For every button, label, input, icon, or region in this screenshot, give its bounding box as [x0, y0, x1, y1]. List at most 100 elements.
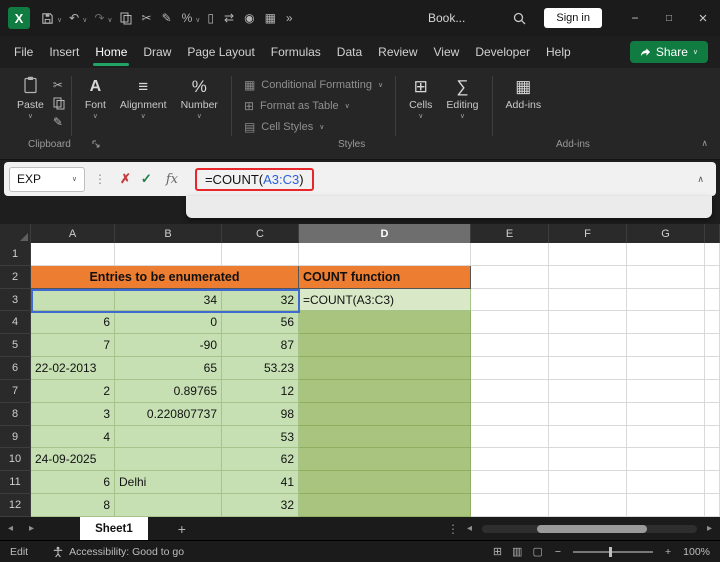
row-header-8[interactable]: 8: [0, 402, 31, 426]
add-sheet-button[interactable]: [178, 521, 186, 537]
menu-item-formulas[interactable]: Formulas: [271, 45, 321, 59]
cell-G7[interactable]: [627, 379, 705, 403]
cell-C7[interactable]: 12: [222, 379, 299, 403]
col-header-D[interactable]: D: [299, 224, 471, 243]
cell-G12[interactable]: [627, 494, 705, 517]
cell-B4[interactable]: 0: [115, 311, 222, 335]
menu-item-page-layout[interactable]: Page Layout: [187, 45, 254, 59]
menu-item-home[interactable]: Home: [93, 45, 130, 66]
row-header-4[interactable]: 4: [0, 311, 31, 335]
row-header-7[interactable]: 7: [0, 379, 31, 403]
cell-E10[interactable]: [471, 448, 549, 472]
row-header-1[interactable]: 1: [0, 243, 31, 266]
col-header-C[interactable]: C: [222, 224, 299, 243]
ribbon-cell-styles[interactable]: ▤ Cell Styles: [244, 120, 383, 134]
search-icon[interactable]: [513, 12, 526, 25]
cell-G3[interactable]: [627, 288, 705, 312]
cell-C5[interactable]: 87: [222, 334, 299, 358]
number-group-button[interactable]: % Number: [174, 73, 225, 123]
cell-E9[interactable]: [471, 425, 549, 449]
cell-A3[interactable]: [31, 288, 115, 312]
zoom-slider[interactable]: [573, 546, 653, 557]
name-box[interactable]: EXP: [9, 166, 85, 192]
cell-E1[interactable]: [471, 243, 549, 266]
normal-view-icon[interactable]: ⊞: [493, 545, 502, 558]
horizontal-scrollbar[interactable]: [481, 524, 697, 533]
cell-D9[interactable]: [299, 425, 471, 449]
cell-E7[interactable]: [471, 379, 549, 403]
cell-C6[interactable]: 53.23: [222, 357, 299, 380]
cell-G11[interactable]: [627, 471, 705, 495]
cell-E11[interactable]: [471, 471, 549, 495]
undo-icon[interactable]: ↶: [69, 11, 79, 25]
format-painter-icon[interactable]: ✎: [162, 11, 172, 25]
cell-C1[interactable]: [222, 243, 299, 266]
cell-F8[interactable]: [549, 402, 627, 426]
zoom-level[interactable]: 100%: [683, 546, 710, 558]
copy-icon[interactable]: [120, 12, 132, 25]
cell-F2[interactable]: [549, 265, 627, 289]
menu-item-data[interactable]: Data: [337, 45, 362, 59]
cell-F4[interactable]: [549, 311, 627, 335]
scroll-left-icon[interactable]: [467, 523, 472, 534]
cell-B3[interactable]: 34: [115, 288, 222, 312]
borders-icon[interactable]: ▦: [265, 11, 276, 25]
row-header-3[interactable]: 3: [0, 288, 31, 312]
cell-E5[interactable]: [471, 334, 549, 358]
cell-D8[interactable]: [299, 402, 471, 426]
undo-dropdown-icon[interactable]: ∨: [82, 16, 87, 24]
cell-D1[interactable]: [299, 243, 471, 266]
cell-B5[interactable]: -90: [115, 334, 222, 358]
cell-D4[interactable]: [299, 311, 471, 335]
cell-C3[interactable]: 32: [222, 288, 299, 312]
row-header-11[interactable]: 11: [0, 471, 31, 495]
cell-B1[interactable]: [115, 243, 222, 266]
cell-B7[interactable]: 0.89765: [115, 379, 222, 403]
cell-F10[interactable]: [549, 448, 627, 472]
cell-A6[interactable]: 22-02-2013: [31, 357, 115, 380]
menu-item-help[interactable]: Help: [546, 45, 571, 59]
row-header-5[interactable]: 5: [0, 334, 31, 358]
cell-G4[interactable]: [627, 311, 705, 335]
paste-button[interactable]: Paste: [10, 73, 51, 123]
cell-F3[interactable]: [549, 288, 627, 312]
ribbon-format-as-table[interactable]: ⊞ Format as Table: [244, 99, 383, 113]
col-header-A[interactable]: A: [31, 224, 115, 243]
cell-B10[interactable]: [115, 448, 222, 472]
cell-D6[interactable]: [299, 357, 471, 380]
cell-E6[interactable]: [471, 357, 549, 380]
collapse-ribbon-icon[interactable]: [701, 138, 708, 149]
cell-G1[interactable]: [627, 243, 705, 266]
cell-C9[interactable]: 53: [222, 425, 299, 449]
sign-in-button[interactable]: Sign in: [544, 8, 602, 28]
cell-A12[interactable]: 8: [31, 494, 115, 517]
select-all-corner[interactable]: [0, 224, 31, 243]
expand-formula-bar-icon[interactable]: [697, 174, 704, 185]
cell-A5[interactable]: 7: [31, 334, 115, 358]
cell-D3[interactable]: =COUNT(A3:C3): [299, 288, 471, 312]
cell-B12[interactable]: [115, 494, 222, 517]
save-icon[interactable]: [41, 12, 54, 25]
cell-D7[interactable]: [299, 379, 471, 403]
cell-B11[interactable]: Delhi: [115, 471, 222, 495]
cell-C10[interactable]: 62: [222, 448, 299, 472]
col-header-E[interactable]: E: [471, 224, 549, 243]
maximize-button[interactable]: [652, 0, 686, 36]
menu-item-insert[interactable]: Insert: [49, 45, 79, 59]
cells-button[interactable]: ⊞ Cells: [402, 73, 439, 123]
col-header-B[interactable]: B: [115, 224, 222, 243]
row-header-6[interactable]: 6: [0, 357, 31, 380]
cut-icon[interactable]: ✂: [53, 78, 65, 92]
insert-function-icon[interactable]: fx: [166, 172, 178, 187]
cell-E12[interactable]: [471, 494, 549, 517]
percent-dropdown-icon[interactable]: ∨: [195, 16, 200, 24]
cell-F6[interactable]: [549, 357, 627, 380]
cell-E4[interactable]: [471, 311, 549, 335]
cell-E3[interactable]: [471, 288, 549, 312]
redo-dropdown-icon[interactable]: ∨: [107, 16, 112, 24]
save-dropdown-icon[interactable]: ∨: [57, 16, 62, 24]
col-header-F[interactable]: F: [549, 224, 627, 243]
alignment-group-button[interactable]: ≡ Alignment: [113, 73, 174, 123]
cell-A9[interactable]: 4: [31, 425, 115, 449]
sheet-options-icon[interactable]: [447, 522, 459, 536]
